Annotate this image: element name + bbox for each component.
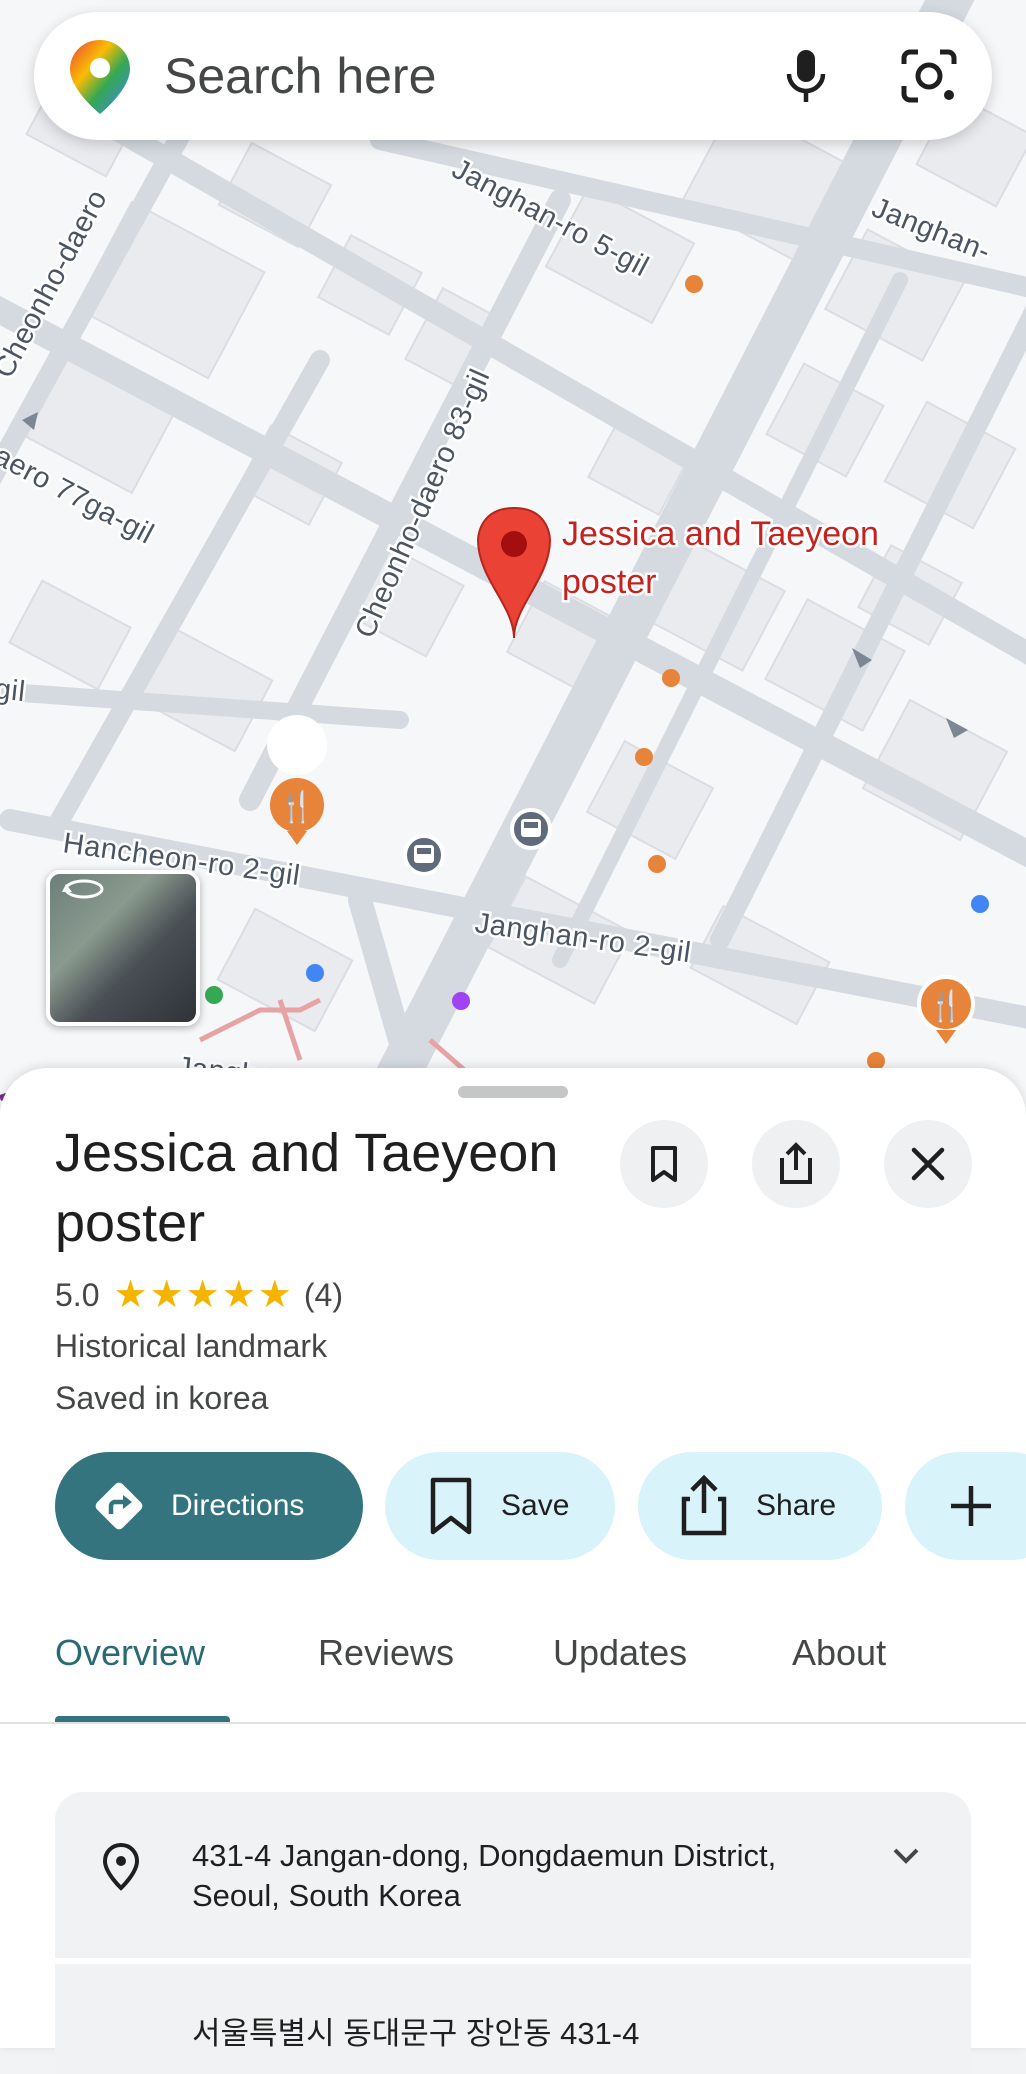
- share-icon: [681, 1475, 727, 1536]
- tab-about[interactable]: About: [792, 1632, 886, 1674]
- star-icon: ★: [149, 1274, 184, 1316]
- directions-button[interactable]: Directions: [55, 1452, 363, 1560]
- address-korean-text[interactable]: 서울특별시 동대문구 장안동 431-4: [192, 2008, 639, 2053]
- close-icon: [911, 1147, 945, 1181]
- close-button[interactable]: [884, 1120, 972, 1208]
- star-icon: ★: [221, 1274, 256, 1316]
- svg-text:🍴: 🍴: [927, 988, 964, 1024]
- bookmark-icon: [651, 1146, 677, 1182]
- place-category: Historical landmark: [55, 1328, 328, 1364]
- svg-text:🍴: 🍴: [278, 789, 315, 825]
- street-view-thumbnail[interactable]: [46, 870, 200, 1026]
- address-text[interactable]: 431-4 Jangan-dong, Dongdaemun District, …: [192, 1836, 812, 1916]
- poi-dot[interactable]: [635, 748, 653, 766]
- lens-camera-icon[interactable]: [894, 42, 964, 110]
- star-icon: ★: [185, 1274, 220, 1316]
- poi-dot[interactable]: [685, 275, 703, 293]
- poi-dot[interactable]: [648, 855, 666, 873]
- poi-dot[interactable]: [205, 986, 223, 1004]
- save-round-button[interactable]: [620, 1120, 708, 1208]
- poi-dot[interactable]: [662, 669, 680, 687]
- divider: [0, 1722, 1026, 1724]
- rotate-360-icon: [62, 879, 104, 899]
- road-label: gil: [0, 673, 27, 708]
- poi-dot[interactable]: [306, 964, 324, 982]
- tab-reviews[interactable]: Reviews: [318, 1632, 454, 1674]
- star-rating: ★ ★ ★ ★ ★: [113, 1276, 293, 1314]
- chevron-down-icon[interactable]: [889, 1844, 923, 1868]
- poi-dot[interactable]: [452, 992, 470, 1010]
- tab-updates[interactable]: Updates: [553, 1632, 687, 1674]
- directions-label: Directions: [171, 1489, 305, 1522]
- pin-label[interactable]: Jessica and Taeyeon: [560, 513, 882, 556]
- map-view[interactable]: 🍴 🍴 Cheonho-daero Janghan-ro 5-gil Jangh…: [0, 0, 1026, 1110]
- maps-logo-icon: [70, 40, 130, 114]
- share-button[interactable]: Share: [638, 1452, 882, 1560]
- search-input[interactable]: Search here: [164, 12, 436, 140]
- poi-dot[interactable]: [971, 895, 989, 913]
- save-label: Save: [501, 1489, 570, 1522]
- more-actions-button[interactable]: [905, 1452, 1026, 1560]
- bookmark-icon: [430, 1477, 472, 1535]
- share-round-button[interactable]: [752, 1120, 840, 1208]
- microphone-icon[interactable]: [772, 42, 840, 110]
- saved-list-label[interactable]: Saved in korea: [55, 1380, 268, 1417]
- location-pin-icon: [102, 1842, 140, 1891]
- review-count[interactable]: (4): [304, 1277, 343, 1314]
- directions-icon: [95, 1482, 143, 1530]
- share-icon: [780, 1142, 812, 1184]
- share-label: Share: [756, 1489, 837, 1522]
- drag-handle[interactable]: [458, 1086, 568, 1098]
- plus-icon: [951, 1486, 991, 1526]
- pin-label[interactable]: poster: [560, 561, 660, 604]
- star-icon: ★: [113, 1274, 148, 1316]
- tab-overview[interactable]: Overview: [55, 1632, 205, 1674]
- bus-stop-icon[interactable]: [510, 808, 552, 850]
- save-button[interactable]: Save: [385, 1452, 615, 1560]
- bus-stop-icon[interactable]: [403, 834, 445, 876]
- rating-value: 5.0: [55, 1276, 100, 1313]
- rating-row[interactable]: 5.0 ★ ★ ★ ★ ★ (4): [55, 1274, 343, 1316]
- star-icon: ★: [257, 1274, 292, 1316]
- place-title: Jessica and Taeyeon poster: [55, 1123, 559, 1253]
- search-bar[interactable]: Search here: [34, 12, 992, 140]
